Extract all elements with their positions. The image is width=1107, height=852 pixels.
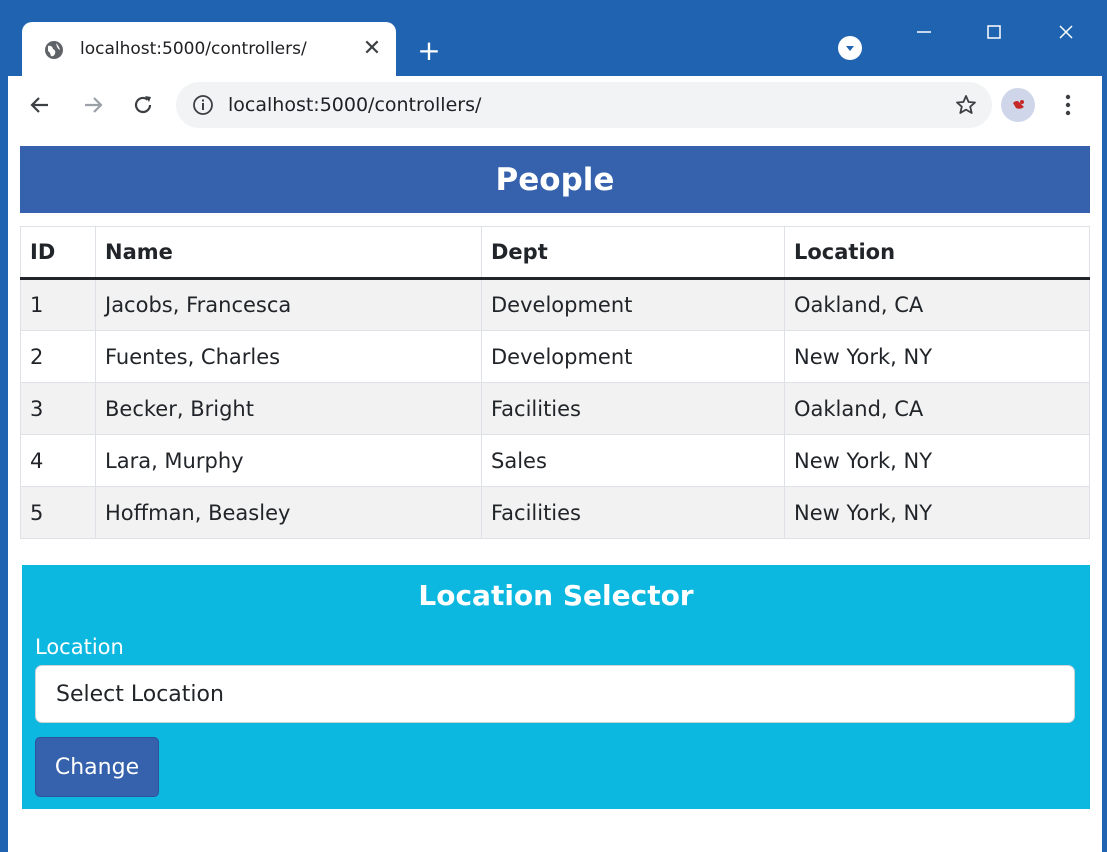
browser-titlebar: localhost:5000/controllers/ ✕ + [0, 0, 1107, 76]
menu-dots-icon[interactable] [1054, 88, 1082, 122]
cell-location: New York, NY [784, 434, 1090, 487]
window-close-button[interactable] [1046, 16, 1086, 48]
cell-id: 1 [20, 278, 96, 331]
cell-id: 3 [20, 382, 96, 435]
cell-name: Becker, Bright [95, 382, 482, 435]
table-row: 3 Becker, Bright Facilities Oakland, CA [20, 382, 1090, 435]
browser-toolbar: localhost:5000/controllers/ [8, 76, 1102, 134]
cell-dept: Facilities [481, 382, 785, 435]
close-icon[interactable]: ✕ [358, 34, 386, 62]
window-frame-right [1102, 76, 1107, 852]
change-button[interactable]: Change [35, 737, 159, 797]
cell-location: Oakland, CA [784, 278, 1090, 331]
cell-dept: Development [481, 330, 785, 383]
cell-name: Jacobs, Francesca [95, 278, 482, 331]
cell-name: Fuentes, Charles [95, 330, 482, 383]
maximize-button[interactable] [974, 16, 1014, 48]
location-label: Location [35, 635, 124, 659]
location-selector-title: Location Selector [418, 579, 694, 612]
star-icon[interactable] [954, 93, 978, 117]
table-row: 1 Jacobs, Francesca Development Oakland,… [20, 278, 1090, 331]
cell-location: Oakland, CA [784, 382, 1090, 435]
browser-tab[interactable]: localhost:5000/controllers/ ✕ [22, 22, 396, 76]
location-selector-panel: Location Selector Location Select Locati… [22, 565, 1090, 809]
cell-id: 5 [20, 486, 96, 539]
location-select[interactable]: Select Location [35, 665, 1075, 723]
people-table: ID Name Dept Location 1 Jacobs, Francesc… [20, 226, 1090, 539]
avatar-icon[interactable] [1001, 88, 1035, 122]
reload-icon[interactable] [126, 88, 160, 122]
cell-dept: Facilities [481, 486, 785, 539]
forward-arrow-icon[interactable] [76, 88, 110, 122]
table-row: 2 Fuentes, Charles Development New York,… [20, 330, 1090, 383]
tab-title: localhost:5000/controllers/ [80, 39, 307, 59]
back-arrow-icon[interactable] [23, 88, 57, 122]
cell-location: New York, NY [784, 330, 1090, 383]
table-row: 4 Lara, Murphy Sales New York, NY [20, 434, 1090, 487]
window-frame-left [0, 76, 8, 852]
address-bar[interactable]: localhost:5000/controllers/ [176, 82, 992, 128]
globe-icon [44, 40, 64, 60]
minimize-button[interactable] [904, 16, 944, 48]
table-header-row: ID Name Dept Location [20, 226, 1090, 280]
column-header-id: ID [20, 226, 96, 280]
cell-location: New York, NY [784, 486, 1090, 539]
cell-dept: Development [481, 278, 785, 331]
column-header-name: Name [95, 226, 482, 280]
address-url: localhost:5000/controllers/ [228, 94, 482, 116]
cell-dept: Sales [481, 434, 785, 487]
column-header-dept: Dept [481, 226, 785, 280]
cell-id: 2 [20, 330, 96, 383]
cell-name: Hoffman, Beasley [95, 486, 482, 539]
plus-icon[interactable]: + [413, 34, 445, 67]
table-row: 5 Hoffman, Beasley Facilities New York, … [20, 486, 1090, 539]
info-icon[interactable] [192, 94, 214, 116]
cell-name: Lara, Murphy [95, 434, 482, 487]
cell-id: 4 [20, 434, 96, 487]
profile-icon[interactable] [838, 36, 862, 60]
page-content: People ID Name Dept Location 1 Jacobs, F… [8, 134, 1102, 852]
page-title: People [20, 146, 1090, 213]
location-select-value: Select Location [56, 681, 224, 707]
column-header-location: Location [784, 226, 1090, 280]
